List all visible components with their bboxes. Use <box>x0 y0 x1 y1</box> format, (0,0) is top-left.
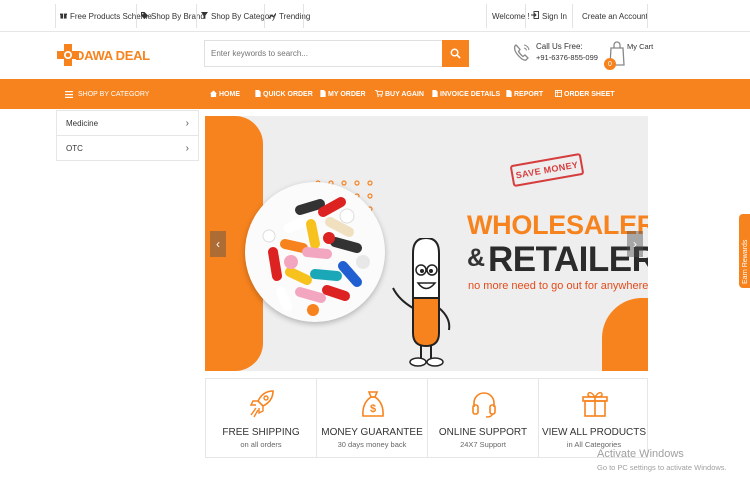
nav-order-sheet-label: ORDER SHEET <box>564 90 615 98</box>
spreadsheet-icon <box>555 89 562 99</box>
nav-buy-again-label: BUY AGAIN <box>385 90 424 98</box>
search-button[interactable] <box>442 40 469 67</box>
divider <box>486 4 487 28</box>
carousel-prev-button[interactable]: ‹ <box>210 231 226 257</box>
gift-icon <box>60 12 67 21</box>
search-icon <box>450 48 461 59</box>
category-sidebar: Medicine › OTC › <box>56 110 199 161</box>
feature-title: MONEY GUARANTEE <box>321 427 423 438</box>
logo-text: DAWA DEAL <box>75 48 150 63</box>
cart-button[interactable]: My Cart 0 <box>604 38 656 72</box>
divider <box>572 4 573 28</box>
nav-report-label: REPORT <box>514 90 544 98</box>
filter-icon <box>201 11 208 21</box>
home-icon <box>210 89 217 99</box>
sign-in-link[interactable]: Sign In <box>528 4 570 28</box>
earn-rewards-tab[interactable]: Earn Rewards <box>739 214 750 288</box>
sign-in-label: Sign In <box>542 11 567 21</box>
search-input[interactable] <box>204 40 442 67</box>
welcome-text: Welcome ! <box>492 11 530 21</box>
nav-report[interactable]: REPORT <box>506 79 543 109</box>
cart-label: My Cart <box>627 42 654 51</box>
feature-subtitle: 24X7 Support <box>460 440 506 449</box>
menu-icon <box>65 90 73 98</box>
headset-icon <box>472 392 496 418</box>
phone-label: Call Us Free: <box>536 42 583 51</box>
shop-by-category-toggle[interactable]: SHOP BY CATEGORY <box>65 79 149 109</box>
divider <box>196 4 197 28</box>
feature-subtitle: on all orders <box>240 440 282 449</box>
phone-icon <box>513 44 530 61</box>
main-nav: SHOP BY CATEGORY HOME QUICK ORDER MY ORD… <box>0 79 750 109</box>
sidebar-item-label: Medicine <box>66 118 99 128</box>
gift-icon <box>582 391 608 417</box>
feature-free-shipping[interactable]: FREE SHIPPING on all orders <box>206 379 316 457</box>
banner-orange-shape <box>602 298 648 371</box>
nav-invoice-details-label: INVOICE DETAILS <box>440 90 501 98</box>
document-icon <box>320 89 326 99</box>
nav-home-label: HOME <box>219 90 240 98</box>
save-money-stamp: SAVE MONEY <box>509 152 585 188</box>
divider <box>136 4 137 28</box>
activate-windows-title: Activate Windows <box>597 448 684 460</box>
sidebar-item-otc[interactable]: OTC › <box>57 135 198 160</box>
cart-icon <box>375 89 384 99</box>
feature-title: VIEW ALL PRODUCTS <box>541 427 647 438</box>
money-bag-icon: $ <box>362 391 384 417</box>
top-bar: Free Products Scheme Shop By Brand Shop … <box>0 0 750 32</box>
nav-home[interactable]: HOME <box>210 79 240 109</box>
trending-label: Trending <box>279 11 311 21</box>
svg-text:$: $ <box>370 403 376 415</box>
logo[interactable]: DAWA DEAL <box>57 42 150 70</box>
carousel-next-button[interactable]: › <box>627 231 643 257</box>
banner-subline: no more need to go out for anywhere <box>468 280 648 292</box>
earn-rewards-label: Earn Rewards <box>742 239 749 284</box>
chevron-right-icon: › <box>185 117 189 129</box>
chevron-right-icon: › <box>185 142 189 154</box>
cart-count-badge: 0 <box>604 58 616 70</box>
feature-title: ONLINE SUPPORT <box>438 427 528 438</box>
trending-icon <box>268 12 277 21</box>
phone-number[interactable]: +91-6376-855-099 <box>536 53 598 62</box>
call-us-block: Call Us Free: +91-6376-855-099 <box>512 40 602 68</box>
rocket-icon <box>249 390 274 418</box>
document-icon <box>506 89 512 99</box>
feature-title: FREE SHIPPING <box>222 427 300 438</box>
document-icon <box>432 89 438 99</box>
shop-by-category-label: SHOP BY CATEGORY <box>78 90 150 98</box>
nav-quick-order-label: QUICK ORDER <box>263 90 313 98</box>
divider <box>264 4 265 28</box>
divider <box>525 4 526 28</box>
banner-headline-1: WHOLESALER <box>467 210 648 240</box>
divider <box>55 4 56 28</box>
nav-buy-again[interactable]: BUY AGAIN <box>375 79 424 109</box>
create-account-link[interactable]: Create an Account <box>579 4 651 28</box>
pills-plate-image <box>245 182 385 322</box>
sidebar-item-medicine[interactable]: Medicine › <box>57 110 198 135</box>
nav-my-order-label: MY ORDER <box>328 90 366 98</box>
hero-banner[interactable]: SAVE MONEY WHOLESALER & RETAILER no more… <box>205 116 648 371</box>
trending-link[interactable]: Trending <box>266 4 313 28</box>
nav-my-order[interactable]: MY ORDER <box>320 79 366 109</box>
nav-quick-order[interactable]: QUICK ORDER <box>255 79 313 109</box>
feature-strip: FREE SHIPPING on all orders $ MONEY GUAR… <box>205 378 648 458</box>
tag-icon <box>141 11 148 21</box>
nav-order-sheet[interactable]: ORDER SHEET <box>555 79 615 109</box>
banner-headline-2: RETAILER <box>488 240 648 279</box>
activate-windows-subtitle: Go to PC settings to activate Windows. <box>597 463 727 472</box>
feature-view-all-products[interactable]: VIEW ALL PRODUCTS in All Categories <box>539 379 649 457</box>
nav-invoice-details[interactable]: INVOICE DETAILS <box>432 79 500 109</box>
feature-online-support[interactable]: ONLINE SUPPORT 24X7 Support <box>428 379 538 457</box>
banner-headline-amp: & <box>467 244 486 272</box>
feature-subtitle: 30 days money back <box>337 440 407 449</box>
capsule-mascot-image <box>392 238 451 367</box>
pills-illustration <box>262 197 370 316</box>
document-icon <box>255 89 261 99</box>
sign-in-icon <box>531 11 539 21</box>
divider <box>303 4 304 28</box>
divider <box>647 4 648 28</box>
feature-money-guarantee[interactable]: $ MONEY GUARANTEE 30 days money back <box>317 379 427 457</box>
sidebar-item-label: OTC <box>66 143 83 153</box>
